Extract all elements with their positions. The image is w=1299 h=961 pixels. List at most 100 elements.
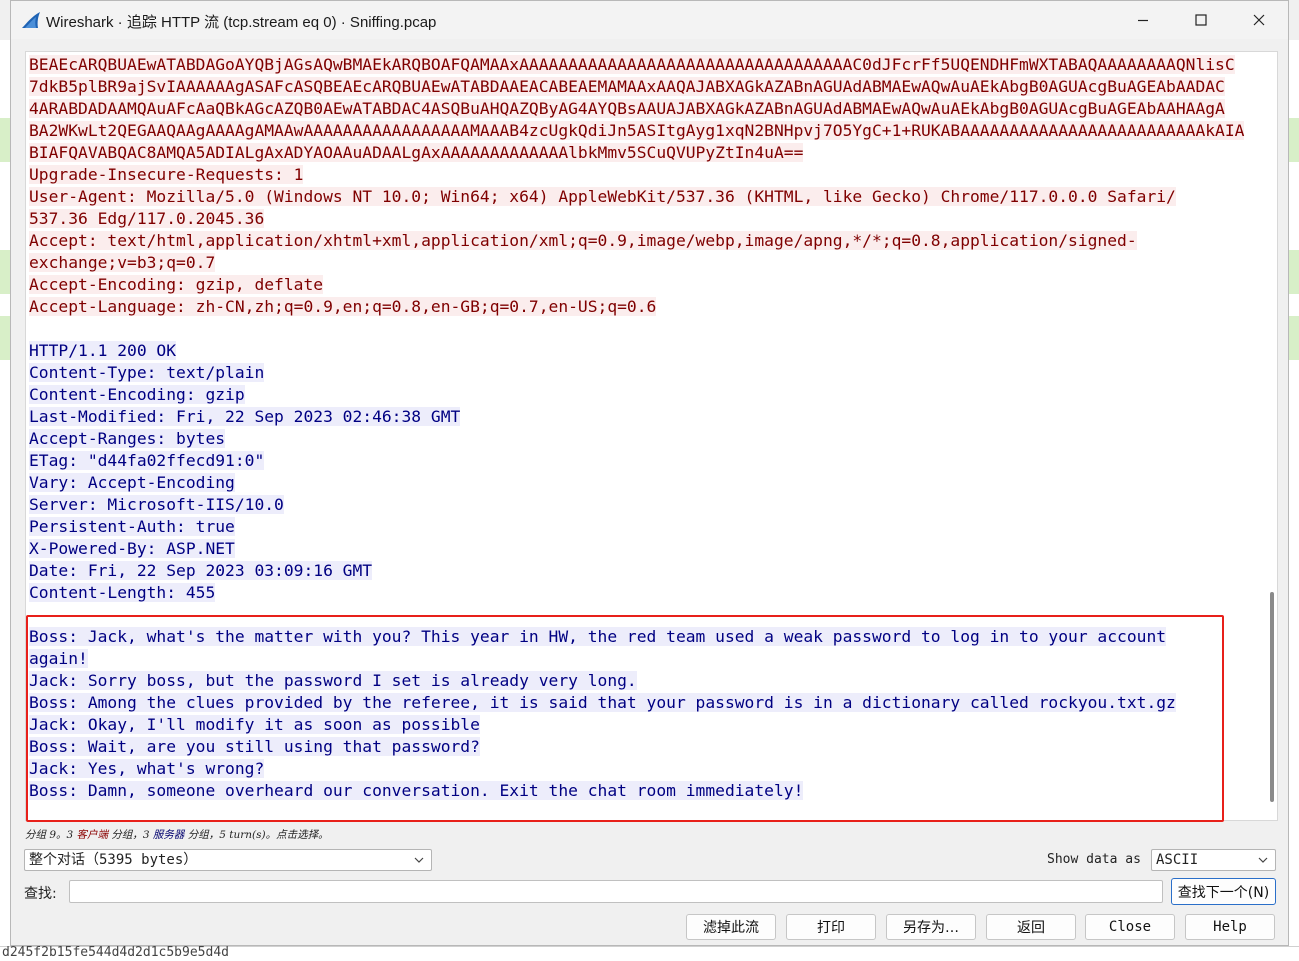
conversation-select[interactable]: 整个对话（5395 bytes） [24,849,432,871]
background-row-marker [1289,250,1299,272]
client-line: BEAEcARQBUAEwATABDAGoAYQBjAGsAQwBMAEkARQ… [29,54,1244,76]
stream-text[interactable]: BEAEcARQBUAEwATABDAGoAYQBjAGsAQwBMAEkARQ… [29,54,1245,802]
print-button[interactable]: 打印 [786,914,876,940]
server-line: Boss: Wait, are you still using that pas… [29,736,1244,758]
client-line: Accept-Language: zh-CN,zh;q=0.9,en;q=0.8… [29,296,1244,318]
conversation-select-value: 整个对话（5395 bytes） [29,852,198,868]
client-line: Accept: text/html,application/xhtml+xml,… [29,230,1244,252]
background-row-marker [1289,338,1299,360]
server-line: Last-Modified: Fri, 22 Sep 2023 02:46:38… [29,406,1244,428]
server-line: again! [29,648,1244,670]
background-row-marker [1289,140,1299,162]
help-button[interactable]: Help [1185,914,1275,940]
close-window-button[interactable] [1230,1,1288,39]
server-line: Content-Length: 455 [29,582,1244,604]
client-line: Accept-Encoding: gzip, deflate [29,274,1244,296]
stream-line-text: ETag: "d44fa02ffecd91:0" [29,451,265,470]
show-data-as-select[interactable]: ASCII [1151,849,1276,871]
chevron-down-icon [1258,857,1268,863]
stream-line-text: Jack: Yes, what's wrong? [29,759,265,778]
window-title: Wireshark · 追踪 HTTP 流 (tcp.stream eq 0) … [46,14,437,31]
stream-line-text: Upgrade-Insecure-Requests: 1 [29,165,304,184]
background-row-marker [1289,272,1299,294]
server-line: Accept-Ranges: bytes [29,428,1244,450]
close-button[interactable]: Close [1085,914,1175,940]
server-line: Date: Fri, 22 Sep 2023 03:09:16 GMT [29,560,1244,582]
server-line: Content-Type: text/plain [29,362,1244,384]
stream-line-text: 4ARABDADAAMQAuAFcAaQBkAGcAZQB0AEwATABDAC… [29,99,1225,118]
background-row-marker [0,316,10,338]
server-line: Server: Microsoft-IIS/10.0 [29,494,1244,516]
background-row-marker [1289,316,1299,338]
find-next-button[interactable]: 查找下一个(N) [1171,878,1276,905]
stream-line-text: Jack: Sorry boss, but the password I set… [29,671,637,690]
stream-status-line: 分组 9。3 客户端 分组，3 服务器 分组，5 turn(s)。点击选择。 [25,827,329,842]
client-line: Upgrade-Insecure-Requests: 1 [29,164,1244,186]
status-middle: 分组，3 [108,829,153,841]
server-line: Boss: Among the clues provided by the re… [29,692,1244,714]
status-client-label: 客户端 [76,829,109,841]
back-button[interactable]: 返回 [986,914,1076,940]
server-line: Boss: Damn, someone overheard our conver… [29,780,1244,802]
background-row-marker [0,118,10,140]
background-row-marker [0,250,10,272]
server-line: Boss: Jack, what's the matter with you? … [29,626,1244,648]
find-input[interactable] [69,880,1163,903]
background-row-marker [0,140,10,162]
stream-line-text: Jack: Okay, I'll modify it as soon as po… [29,715,480,734]
stream-line-text: Content-Type: text/plain [29,363,265,382]
client-line: BA2WKwLt2QEGAAQAAgAAAAgAMAAwAAAAAAAAAAAA… [29,120,1245,142]
close-icon [1253,14,1265,26]
server-line: Jack: Okay, I'll modify it as soon as po… [29,714,1244,736]
stream-content-area[interactable]: BEAEcARQBUAEwATABDAGoAYQBjAGsAQwBMAEkARQ… [25,51,1278,821]
stream-line-text: Boss: Jack, what's the matter with you? … [29,627,1167,646]
stream-line-text: Accept-Language: zh-CN,zh;q=0.9,en;q=0.8… [29,297,657,316]
background-row-marker [0,338,10,360]
stream-line-text: Last-Modified: Fri, 22 Sep 2023 02:46:38… [29,407,461,426]
stream-line-text: HTTP/1.1 200 OK [29,341,177,360]
background-window-left [0,40,10,960]
stream-line-text: again! [29,649,88,668]
status-server-label: 服务器 [152,829,185,841]
client-line: 4ARABDADAAMQAuAFcAaQBkAGcAZQB0AEwATABDAC… [29,98,1244,120]
minimize-button[interactable] [1114,1,1172,39]
server-line: HTTP/1.1 200 OK [29,340,1244,362]
scrollbar-thumb[interactable] [1270,592,1274,802]
server-line: X-Powered-By: ASP.NET [29,538,1244,560]
status-suffix: 分组，5 turn(s)。点击选择。 [184,829,329,841]
stream-line-text: BIAFQAVABQAC8AMQA5ADIALgAxADYAOAAuADAALg… [29,143,804,162]
server-line: Jack: Sorry boss, but the password I set… [29,670,1244,692]
stream-line-text: Boss: Wait, are you still using that pas… [29,737,480,756]
stream-line-text: Accept: text/html,application/xhtml+xml,… [29,231,1137,250]
background-bottom-text: d245f2b15fe544d4d2d1c5b9e5d4d [2,945,229,960]
show-data-as-value: ASCII [1156,852,1199,868]
background-row-marker [0,272,10,294]
wireshark-fin-icon [21,11,43,29]
server-line: Content-Encoding: gzip [29,384,1244,406]
stream-line-text: 7dkB5plBR9ajSvIAAAAAAgASAFcASQBEAEcARQBU… [29,77,1225,96]
server-line: Jack: Yes, what's wrong? [29,758,1244,780]
save-as-button[interactable]: 另存为… [886,914,976,940]
maximize-button[interactable] [1172,1,1230,39]
client-line: 537.36 Edg/117.0.2045.36 [29,208,1244,230]
background-window-right [1289,40,1299,960]
stream-line-text: Accept-Ranges: bytes [29,429,226,448]
title-bar: Wireshark · 追踪 HTTP 流 (tcp.stream eq 0) … [11,1,1288,39]
stream-line-text: Content-Length: 455 [29,583,216,602]
stream-line-text: BEAEcARQBUAEwATABDAGoAYQBjAGsAQwBMAEkARQ… [29,55,1235,74]
server-line: Vary: Accept-Encoding [29,472,1244,494]
stream-line-text: Date: Fri, 22 Sep 2023 03:09:16 GMT [29,561,373,580]
filter-out-stream-button[interactable]: 滤掉此流 [686,914,776,940]
vertical-scrollbar[interactable] [1265,52,1277,820]
client-line: 7dkB5plBR9ajSvIAAAAAAgASAFcASQBEAEcARQBU… [29,76,1244,98]
client-line: exchange;v=b3;q=0.7 [29,252,1244,274]
stream-line-text: BA2WKwLt2QEGAAQAAgAAAAgAMAAwAAAAAAAAAAAA… [29,121,1245,140]
stream-line-text: Persistent-Auth: true [29,517,235,536]
stream-line-text: Vary: Accept-Encoding [29,473,235,492]
stream-line-text: User-Agent: Mozilla/5.0 (Windows NT 10.0… [29,187,1176,206]
client-line: BIAFQAVABQAC8AMQA5ADIALgAxADYAOAAuADAALg… [29,142,1244,164]
server-line: Persistent-Auth: true [29,516,1244,538]
show-data-as-label: Show data as [1047,852,1141,867]
background-row-marker [1289,118,1299,140]
